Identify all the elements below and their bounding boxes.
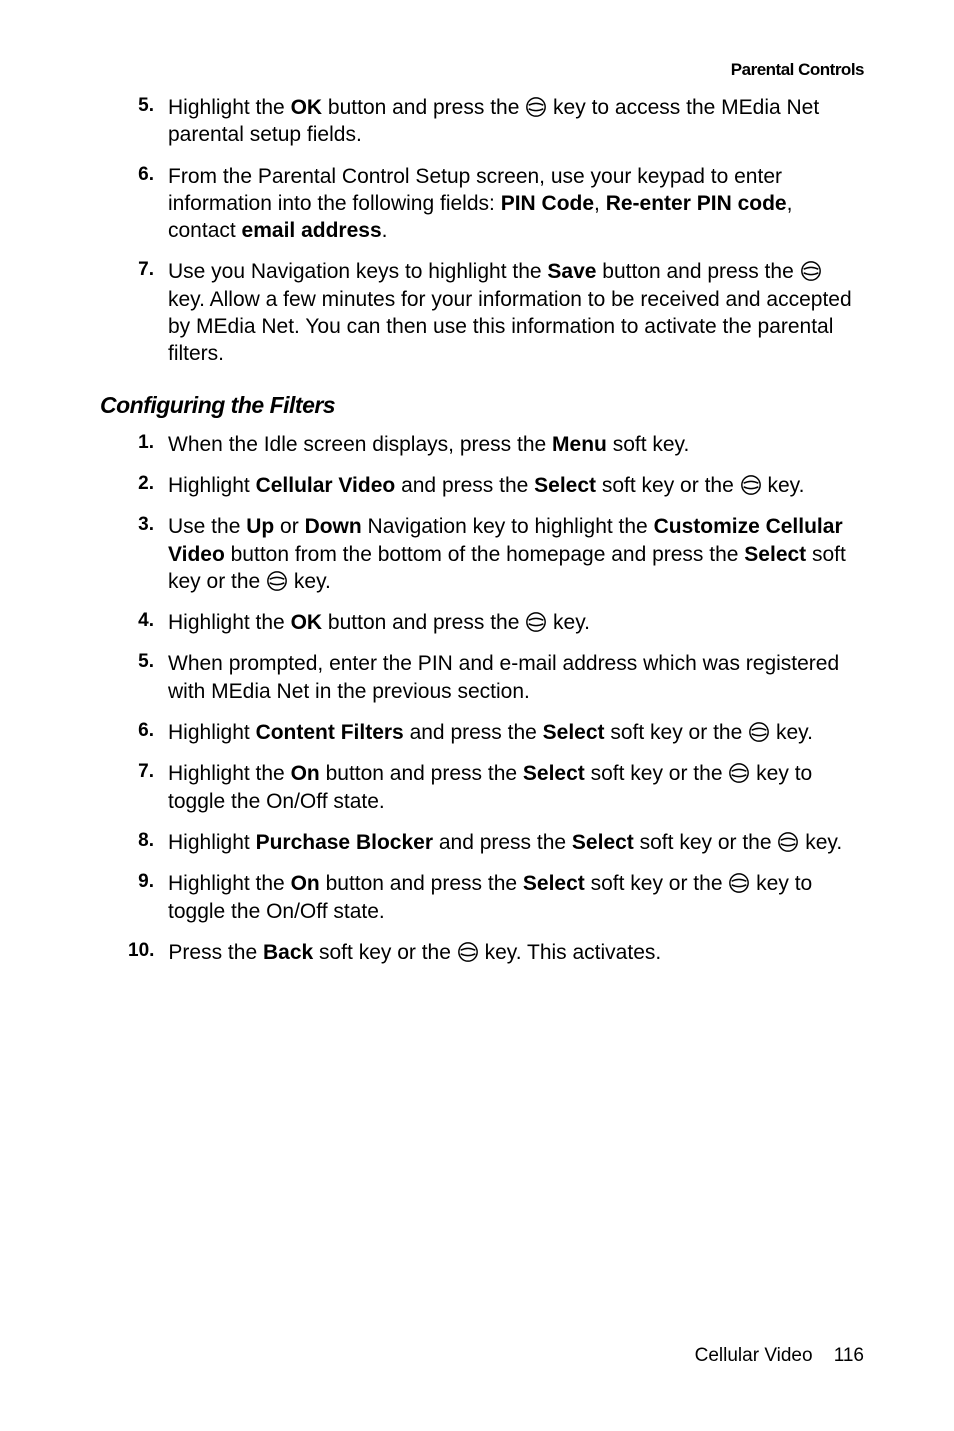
list-item: 7. Highlight the On button and press the … bbox=[100, 760, 864, 815]
step-number: 9. bbox=[128, 870, 154, 925]
center-key-icon bbox=[800, 260, 822, 282]
step-text: From the Parental Control Setup screen, … bbox=[168, 163, 864, 245]
step-number: 4. bbox=[128, 609, 154, 636]
header-section-label: Parental Controls bbox=[100, 60, 864, 80]
step-number: 2. bbox=[128, 472, 154, 499]
step-number: 5. bbox=[128, 650, 154, 705]
step-text: Highlight Cellular Video and press the S… bbox=[168, 472, 804, 499]
bold-term: Up bbox=[246, 515, 274, 538]
center-key-icon bbox=[525, 611, 547, 633]
page-footer: Cellular Video 116 bbox=[695, 1345, 864, 1367]
step-number: 6. bbox=[128, 163, 154, 245]
section-heading-configuring-filters: Configuring the Filters bbox=[100, 392, 864, 419]
bold-term: email address bbox=[242, 219, 382, 242]
list-item: 6.From the Parental Control Setup screen… bbox=[100, 163, 864, 245]
bold-term: Down bbox=[305, 515, 362, 538]
step-number: 1. bbox=[128, 431, 154, 458]
center-key-icon bbox=[777, 831, 799, 853]
step-text: Highlight Content Filters and press the … bbox=[168, 719, 813, 746]
center-key-icon bbox=[740, 474, 762, 496]
step-number: 6. bbox=[128, 719, 154, 746]
step-text: When prompted, enter the PIN and e-mail … bbox=[168, 650, 864, 705]
instruction-list-1: 5. Highlight the OK button and press the … bbox=[100, 94, 864, 368]
instruction-list-2: 1. When the Idle screen displays, press t… bbox=[100, 431, 864, 966]
list-item: 3.Use the Up or Down Navigation key to h… bbox=[100, 513, 864, 595]
list-item: 4. Highlight the OK button and press the … bbox=[100, 609, 864, 636]
bold-term: Select bbox=[543, 721, 605, 744]
center-key-icon bbox=[728, 872, 750, 894]
list-item: 9. Highlight the On button and press the … bbox=[100, 870, 864, 925]
bold-term: OK bbox=[291, 96, 323, 119]
step-number: 5. bbox=[128, 94, 154, 149]
step-number: 8. bbox=[128, 829, 154, 856]
bold-term: Select bbox=[523, 872, 585, 895]
step-text: Highlight the OK button and press the ke… bbox=[168, 94, 864, 149]
step-text: Highlight the On button and press the Se… bbox=[168, 870, 864, 925]
list-item: 8. Highlight Purchase Blocker and press t… bbox=[100, 829, 864, 856]
list-item: 10. Press the Back soft key or the key. T… bbox=[100, 939, 864, 966]
step-number: 7. bbox=[128, 258, 154, 367]
step-number: 10. bbox=[128, 939, 154, 966]
list-item: 2. Highlight Cellular Video and press the… bbox=[100, 472, 864, 499]
step-text: Use you Navigation keys to highlight the… bbox=[168, 258, 864, 367]
list-item: 5. Highlight the OK button and press the … bbox=[100, 94, 864, 149]
bold-term: OK bbox=[291, 611, 323, 634]
list-item: 7.Use you Navigation keys to highlight t… bbox=[100, 258, 864, 367]
step-text: Press the Back soft key or the key. This… bbox=[168, 939, 661, 966]
step-text: Highlight the On button and press the Se… bbox=[168, 760, 864, 815]
bold-term: Content Filters bbox=[256, 721, 404, 744]
bold-term: Save bbox=[547, 260, 596, 283]
list-item: 6. Highlight Content Filters and press th… bbox=[100, 719, 864, 746]
bold-term: Menu bbox=[552, 433, 607, 456]
step-text: Highlight the OK button and press the ke… bbox=[168, 609, 590, 636]
center-key-icon bbox=[266, 570, 288, 592]
page-container: Parental Controls 5. Highlight the OK but… bbox=[0, 0, 954, 1431]
bold-term: PIN Code bbox=[501, 192, 594, 215]
center-key-icon bbox=[525, 96, 547, 118]
list-item: 1. When the Idle screen displays, press t… bbox=[100, 431, 864, 458]
footer-section-label: Cellular Video bbox=[695, 1345, 813, 1366]
center-key-icon bbox=[728, 762, 750, 784]
center-key-icon bbox=[748, 721, 770, 743]
bold-term: Select bbox=[523, 762, 585, 785]
step-number: 7. bbox=[128, 760, 154, 815]
step-number: 3. bbox=[128, 513, 154, 595]
bold-term: Select bbox=[572, 831, 634, 854]
bold-term: Select bbox=[534, 474, 596, 497]
center-key-icon bbox=[457, 941, 479, 963]
bold-term: Cellular Video bbox=[256, 474, 396, 497]
footer-page-number: 116 bbox=[834, 1345, 864, 1366]
bold-term: On bbox=[291, 872, 320, 895]
list-item: 5. When prompted, enter the PIN and e-mai… bbox=[100, 650, 864, 705]
step-text: Highlight Purchase Blocker and press the… bbox=[168, 829, 842, 856]
bold-term: Re-enter PIN code bbox=[606, 192, 787, 215]
bold-term: On bbox=[291, 762, 320, 785]
bold-term: Purchase Blocker bbox=[256, 831, 433, 854]
bold-term: Select bbox=[744, 543, 806, 566]
step-text: Use the Up or Down Navigation key to hig… bbox=[168, 513, 864, 595]
step-text: When the Idle screen displays, press the… bbox=[168, 431, 689, 458]
bold-term: Back bbox=[263, 941, 313, 964]
